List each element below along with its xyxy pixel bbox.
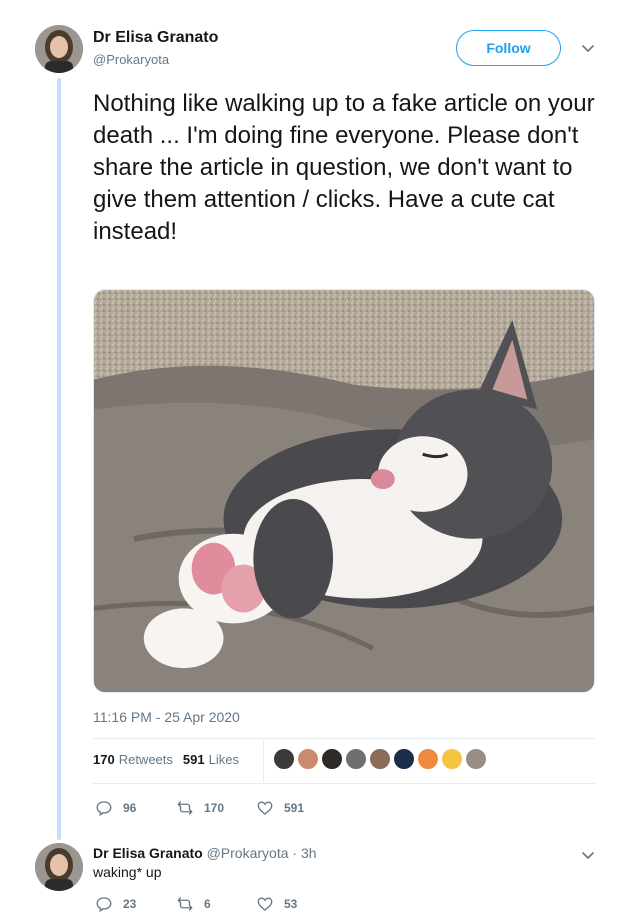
retweet-count: 6 [204, 897, 211, 911]
liker-avatar[interactable] [345, 748, 367, 770]
liker-avatar[interactable] [273, 748, 295, 770]
heart-icon [257, 801, 273, 815]
reply-author-handle[interactable]: @Prokaryota [207, 845, 289, 861]
retweet-icon [177, 801, 193, 815]
like-count: 53 [284, 897, 298, 911]
reply-button[interactable]: 96 [95, 799, 136, 817]
chevron-down-icon[interactable] [578, 845, 598, 865]
reply-header: Dr Elisa Granato @Prokaryota · 3h [93, 845, 317, 861]
reply-count: 96 [123, 801, 137, 815]
liker-avatar[interactable] [393, 748, 415, 770]
author-avatar[interactable] [35, 25, 83, 73]
liker-avatar[interactable] [321, 748, 343, 770]
reply-button[interactable]: 23 [95, 895, 136, 913]
chevron-down-icon[interactable] [578, 38, 598, 58]
retweets-label: Retweets [118, 752, 173, 767]
author-name[interactable]: Dr Elisa Granato [93, 29, 218, 47]
likes-label: Likes [208, 752, 239, 767]
divider [93, 783, 595, 784]
author-handle[interactable]: @Prokaryota [93, 52, 169, 67]
liker-avatar[interactable] [441, 748, 463, 770]
likers-avatars [273, 748, 489, 770]
retweet-count: 170 [204, 801, 225, 815]
cat-gif-image [94, 290, 594, 692]
liker-avatar[interactable] [417, 748, 439, 770]
tweet-timestamp[interactable]: 11:16 PM - 25 Apr 2020 [93, 709, 240, 725]
like-button[interactable]: 591 [256, 799, 304, 817]
avatar-image [35, 843, 83, 891]
retweet-button[interactable]: 6 [176, 895, 211, 913]
heart-icon [257, 897, 273, 911]
reply-count: 23 [123, 897, 137, 911]
reply-icon [96, 801, 112, 817]
liker-avatar[interactable] [297, 748, 319, 770]
retweets-count: 170 [93, 752, 115, 767]
retweet-icon [177, 897, 193, 911]
engagement-stats: 170 Retweets 591 Likes [93, 752, 249, 767]
retweet-button[interactable]: 170 [176, 799, 224, 817]
reply-author-avatar[interactable] [35, 843, 83, 891]
reply-time[interactable]: · 3h [292, 845, 316, 861]
liker-avatar[interactable] [465, 748, 487, 770]
likes-stat[interactable]: 591 Likes [183, 752, 239, 767]
like-count: 591 [284, 801, 305, 815]
retweets-stat[interactable]: 170 Retweets [93, 752, 173, 767]
reply-text: waking* up [93, 864, 162, 880]
stats-divider [263, 740, 264, 782]
likes-count: 591 [182, 752, 205, 767]
thread-line [57, 78, 61, 840]
follow-button[interactable]: Follow [456, 30, 561, 66]
liker-avatar[interactable] [369, 748, 391, 770]
like-button[interactable]: 53 [256, 895, 297, 913]
divider [93, 738, 595, 739]
avatar-image [35, 25, 83, 73]
reply-author-name[interactable]: Dr Elisa Granato [93, 845, 203, 861]
tweet-text: Nothing like walking up to a fake articl… [93, 90, 595, 245]
tweet-media[interactable] [93, 289, 595, 693]
reply-icon [96, 897, 112, 913]
